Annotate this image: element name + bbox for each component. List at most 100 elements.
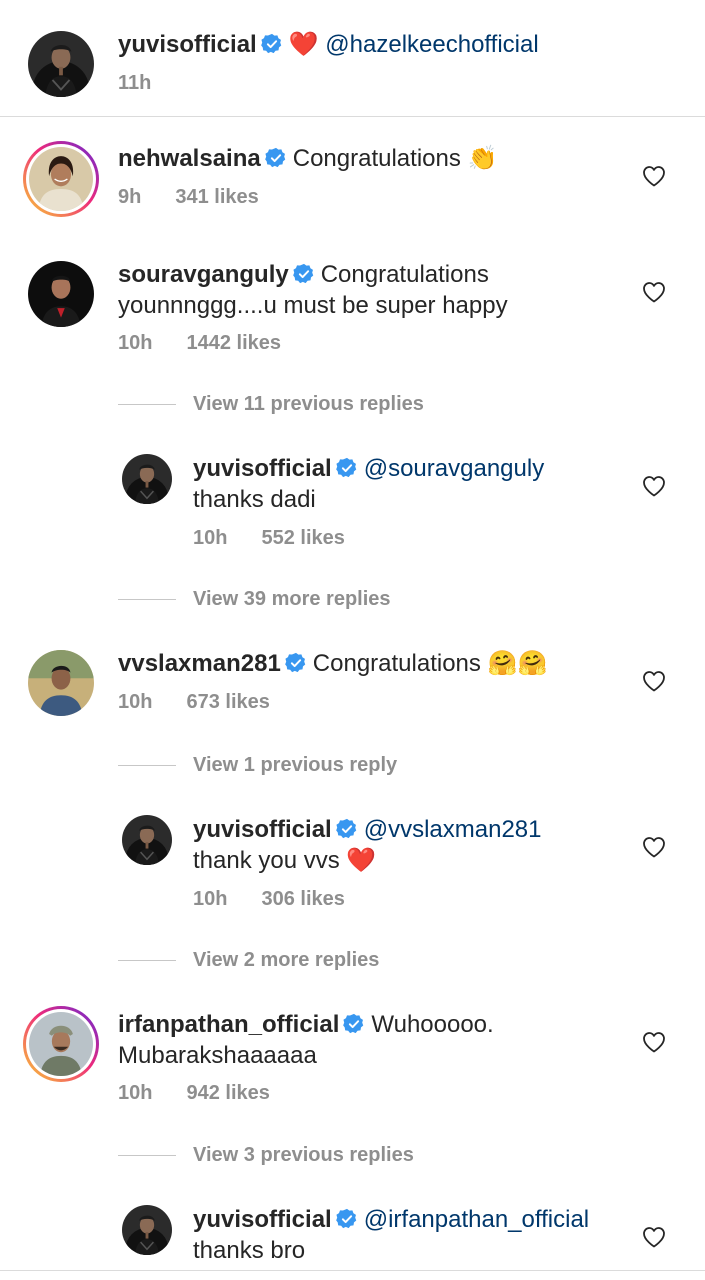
comment-body: Congratulations bbox=[320, 261, 489, 288]
avatar[interactable] bbox=[122, 1205, 172, 1255]
username[interactable]: vvslaxman281 bbox=[118, 650, 281, 677]
avatar[interactable] bbox=[122, 454, 172, 504]
mention-link[interactable]: @souravganguly bbox=[364, 455, 544, 482]
username[interactable]: yuvisofficial bbox=[118, 31, 257, 58]
timestamp: 9h bbox=[118, 186, 142, 208]
avatar-image bbox=[122, 454, 172, 504]
username[interactable]: yuvisofficial bbox=[193, 816, 332, 843]
verified-badge-icon bbox=[285, 652, 307, 674]
post-caption: yuvisofficial ❤️ @hazelkeechofficial 11h bbox=[0, 0, 705, 117]
view-previous-replies[interactable]: View 3 previous replies bbox=[118, 1143, 414, 1167]
reply-meta: 10h 306 likes bbox=[193, 887, 345, 911]
avatar[interactable] bbox=[122, 815, 172, 865]
comment-body: Wuhooooo. bbox=[371, 1011, 494, 1038]
caption-text: yuvisofficial ❤️ @hazelkeechofficial bbox=[118, 29, 678, 60]
likes-count[interactable]: 1442 likes bbox=[186, 332, 281, 354]
avatar-image bbox=[28, 31, 94, 97]
verified-badge-icon bbox=[293, 263, 315, 285]
view-more-replies[interactable]: View 39 more replies bbox=[118, 587, 391, 611]
view-replies-label: View 11 previous replies bbox=[193, 393, 424, 415]
avatar-image bbox=[28, 650, 94, 716]
heart-outline-icon[interactable] bbox=[642, 1226, 666, 1248]
comment-text: irfanpathan_official Wuhooooo. Mubaraksha… bbox=[118, 1009, 628, 1071]
avatar-image bbox=[29, 1012, 93, 1076]
timestamp: 10h bbox=[118, 1082, 153, 1104]
heart-outline-icon[interactable] bbox=[642, 475, 666, 497]
reply-body: thanks bro bbox=[193, 1237, 306, 1264]
verified-badge-icon bbox=[336, 1208, 358, 1230]
likes-count[interactable]: 942 likes bbox=[186, 1082, 269, 1104]
avatar[interactable] bbox=[23, 1006, 99, 1082]
view-replies-label: View 2 more replies bbox=[193, 949, 380, 971]
likes-count[interactable]: 552 likes bbox=[261, 527, 344, 549]
timestamp: 11h bbox=[118, 72, 152, 94]
mention-link[interactable]: @vvslaxman281 bbox=[364, 816, 542, 843]
avatar[interactable] bbox=[28, 31, 94, 97]
heart-emoji: ❤️ bbox=[346, 846, 377, 874]
avatar-image bbox=[122, 1205, 172, 1255]
divider bbox=[0, 1270, 705, 1271]
comment-meta: 10h 673 likes bbox=[118, 690, 270, 714]
timestamp: 10h bbox=[118, 332, 153, 354]
hugging-emoji: 🤗🤗 bbox=[487, 649, 548, 677]
comment-meta: 9h 341 likes bbox=[118, 185, 259, 209]
username[interactable]: nehwalsaina bbox=[118, 145, 261, 172]
timestamp: 10h bbox=[193, 527, 228, 549]
heart-outline-icon[interactable] bbox=[642, 165, 666, 187]
avatar-ring bbox=[26, 144, 96, 214]
divider-line bbox=[118, 1155, 176, 1157]
heart-outline-icon[interactable] bbox=[642, 1031, 666, 1053]
verified-badge-icon bbox=[265, 147, 287, 169]
avatar[interactable] bbox=[28, 650, 94, 716]
reply-text: yuvisofficial @souravganguly thanks dadi bbox=[193, 453, 633, 515]
timestamp: 10h bbox=[118, 691, 153, 713]
likes-count[interactable]: 341 likes bbox=[175, 186, 258, 208]
divider-line bbox=[118, 765, 176, 767]
comment-body-line2: younnnggg....u must be super happy bbox=[118, 292, 508, 319]
mention-link[interactable]: @hazelkeechofficial bbox=[325, 31, 538, 58]
avatar-image bbox=[29, 147, 93, 211]
likes-count[interactable]: 306 likes bbox=[261, 888, 344, 910]
heart-emoji: ❤️ bbox=[288, 30, 319, 58]
username[interactable]: souravganguly bbox=[118, 261, 289, 288]
timestamp: 10h bbox=[193, 888, 228, 910]
reply-text: yuvisofficial @irfanpathan_official thank… bbox=[193, 1204, 633, 1266]
view-previous-replies[interactable]: View 1 previous reply bbox=[118, 753, 397, 777]
caption-meta: 11h bbox=[118, 71, 151, 95]
view-replies-label: View 1 previous reply bbox=[193, 754, 398, 776]
likes-count[interactable]: 673 likes bbox=[186, 691, 269, 713]
avatar[interactable] bbox=[23, 141, 99, 217]
avatar-image bbox=[28, 261, 94, 327]
comment-body: Congratulations bbox=[312, 650, 481, 677]
comment-meta: 10h 1442 likes bbox=[118, 331, 281, 355]
username[interactable]: yuvisofficial bbox=[193, 1206, 332, 1233]
username[interactable]: irfanpathan_official bbox=[118, 1011, 339, 1038]
view-previous-replies[interactable]: View 11 previous replies bbox=[118, 392, 424, 416]
mention-link[interactable]: @irfanpathan_official bbox=[364, 1206, 589, 1233]
verified-badge-icon bbox=[336, 818, 358, 840]
reply-body: thank you vvs bbox=[193, 847, 340, 874]
comment-text: nehwalsaina Congratulations 👏 bbox=[118, 143, 628, 174]
heart-outline-icon[interactable] bbox=[642, 836, 666, 858]
heart-outline-icon[interactable] bbox=[642, 281, 666, 303]
comment-text: souravganguly Congratulations younnnggg..… bbox=[118, 259, 628, 321]
view-more-replies[interactable]: View 2 more replies bbox=[118, 948, 379, 972]
heart-outline-icon[interactable] bbox=[642, 670, 666, 692]
verified-badge-icon bbox=[261, 33, 283, 55]
verified-badge-icon bbox=[343, 1013, 365, 1035]
divider-line bbox=[118, 599, 176, 601]
view-replies-label: View 39 more replies bbox=[193, 588, 391, 610]
username[interactable]: yuvisofficial bbox=[193, 455, 332, 482]
reply-body: thanks dadi bbox=[193, 486, 316, 513]
reply-text: yuvisofficial @vvslaxman281 thank you vvs… bbox=[193, 814, 633, 876]
avatar-ring bbox=[26, 1009, 96, 1079]
comment-meta: 10h 942 likes bbox=[118, 1081, 270, 1105]
comment-text: vvslaxman281 Congratulations 🤗🤗 bbox=[118, 648, 628, 679]
comment-body-line2: Mubarakshaaaaaa bbox=[118, 1042, 317, 1069]
avatar-image bbox=[122, 815, 172, 865]
avatar[interactable] bbox=[28, 261, 94, 327]
divider-line bbox=[118, 960, 176, 962]
comment-body: Congratulations bbox=[292, 145, 461, 172]
view-replies-label: View 3 previous replies bbox=[193, 1144, 414, 1166]
clap-emoji: 👏 bbox=[467, 144, 498, 172]
